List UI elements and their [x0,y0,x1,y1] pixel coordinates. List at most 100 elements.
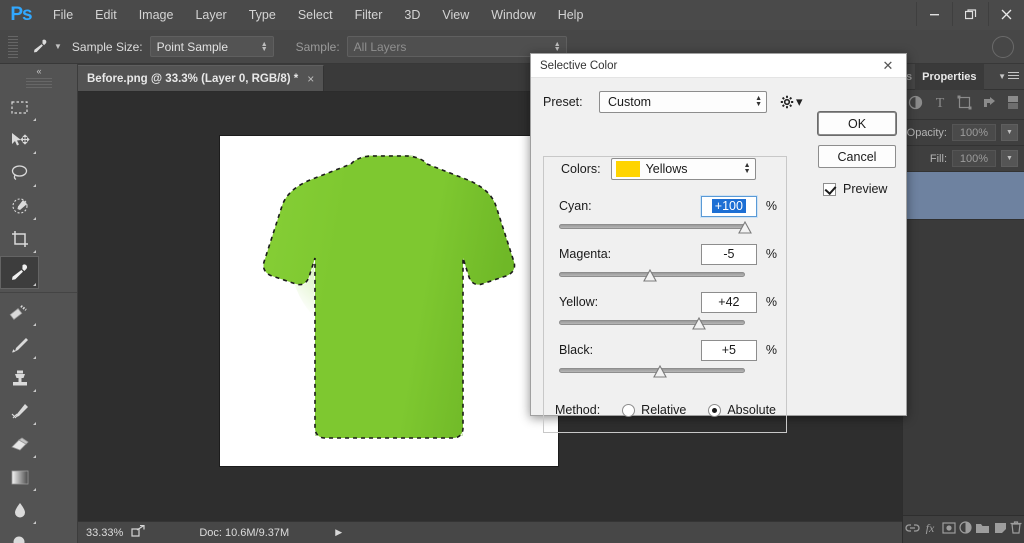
blur-tool[interactable] [0,494,39,527]
transform-icon[interactable] [957,95,972,115]
menu-view[interactable]: View [431,0,480,30]
method-relative-radio[interactable] [622,403,636,417]
status-expand-icon[interactable]: ▶ [335,527,342,538]
yellow-slider-track[interactable] [559,320,745,325]
minimize-button[interactable] [916,2,952,26]
opacity-value[interactable]: 100% [952,124,996,141]
preview-label[interactable]: Preview [843,182,887,196]
delete-layer-icon[interactable] [1010,520,1022,539]
history-brush-tool[interactable] [0,395,39,428]
type-t-icon[interactable]: T [933,95,947,115]
spot-healing-brush-tool[interactable] [0,296,39,329]
menu-select[interactable]: Select [287,0,344,30]
brush-tool[interactable] [0,329,39,362]
crop-tool[interactable] [0,223,39,256]
percent-symbol: % [765,343,777,357]
preset-select[interactable]: Custom ▲ ▼ [599,91,767,113]
show-sampling-ring-icon[interactable] [992,36,1014,58]
share-arrow-icon[interactable] [131,524,147,540]
eyedropper-tool[interactable] [0,256,39,289]
eraser-tool[interactable] [0,428,39,461]
method-absolute-label[interactable]: Absolute [727,403,776,417]
new-layer-icon[interactable] [994,521,1007,539]
cyan-slider-thumb[interactable] [738,220,752,234]
gradient-tool[interactable] [0,461,39,494]
yellow-input[interactable]: +42 [700,291,757,313]
chevron-updown-icon: ▲ ▼ [755,95,762,108]
window-controls [916,2,1024,26]
tool-group-corner-icon [33,283,36,286]
opacity-chevron-down-icon[interactable]: ▼ [1001,124,1018,141]
layer-mask-icon[interactable] [941,521,956,539]
sample-size-select[interactable]: Point Sample ▲ ▼ [149,36,274,57]
fill-chevron-down-icon[interactable]: ▼ [1001,150,1018,167]
black-input[interactable]: +5 [700,339,757,361]
close-icon[interactable]: ✕ [870,54,906,78]
menu-help[interactable]: Help [547,0,595,30]
preview-row: Preview [823,182,887,196]
menu-edit[interactable]: Edit [84,0,128,30]
sample-label: Sample: [295,39,340,54]
black-slider-track[interactable] [559,368,745,373]
fill-value[interactable]: 100% [952,150,996,167]
options-bar-grip[interactable] [8,35,18,58]
toolbar-grip[interactable] [25,78,52,88]
close-icon[interactable]: × [307,72,314,86]
svg-text:T: T [936,96,945,110]
ok-button[interactable]: OK [818,112,896,135]
dialog-title-bar[interactable]: Selective Color ✕ [531,54,906,78]
cyan-slider-track[interactable] [559,224,745,229]
tool-group-corner-icon [33,217,36,220]
tool-group-corner-icon [33,250,36,253]
zoom-level[interactable]: 33.33% [78,527,131,539]
cancel-button[interactable]: Cancel [818,145,896,168]
dodge-tool[interactable] [0,527,39,543]
menu-type[interactable]: Type [238,0,287,30]
preview-checkbox[interactable] [823,182,836,196]
new-group-icon[interactable] [975,521,990,539]
preset-options-gear-icon[interactable]: ▾ [780,94,803,110]
menu-3d[interactable]: 3D [393,0,431,30]
menu-image[interactable]: Image [128,0,185,30]
tool-group-corner-icon [33,389,36,392]
magenta-slider-thumb[interactable] [643,268,657,282]
magenta-input[interactable]: -5 [700,243,757,265]
menu-layer[interactable]: Layer [184,0,237,30]
clone-stamp-tool[interactable] [0,362,39,395]
yellow-value: +42 [718,295,740,309]
collapse-toolbar-icon[interactable]: « [0,64,77,78]
colors-select[interactable]: Yellows ▲ ▼ [610,158,756,180]
method-absolute-radio[interactable] [708,403,722,417]
adjustment-circle-icon[interactable] [908,95,923,115]
panel-menu-icon[interactable]: ▼ [998,72,1019,81]
method-relative-label[interactable]: Relative [641,403,686,417]
restore-button[interactable] [952,2,988,26]
magenta-slider-block: Magenta: -5 % [559,243,777,284]
rectangular-marquee-tool[interactable] [0,91,39,124]
menu-filter[interactable]: Filter [344,0,394,30]
cyan-slider-block: Cyan: +100 % [559,195,777,236]
link-layers-icon[interactable] [905,521,920,539]
photoshop-window: Ps File Edit Image Layer Type Select Fil… [0,0,1024,543]
tools-panel: « [0,64,78,543]
cyan-input[interactable]: +100 [700,195,757,217]
artboard[interactable] [220,136,558,466]
lasso-tool[interactable] [0,157,39,190]
dialog-body: Preset: Custom ▲ ▼ ▾ Colors: Yellows ▲ ▼… [531,78,906,433]
adjustment-layer-icon[interactable] [959,520,972,539]
menu-file[interactable]: File [42,0,84,30]
black-slider-thumb[interactable] [653,364,667,378]
channel-icon[interactable] [1007,95,1019,115]
panel-tab-properties[interactable]: Properties [915,63,984,90]
layer-styles-fx-icon[interactable]: fx [923,521,938,539]
pattern-icon[interactable] [982,95,997,115]
quick-selection-tool[interactable] [0,190,39,223]
tool-preset-chevron-down-icon[interactable]: ▼ [54,42,62,51]
close-button[interactable] [988,2,1024,26]
move-tool[interactable] [0,124,39,157]
document-tab[interactable]: Before.png @ 33.3% (Layer 0, RGB/8) * × [78,65,325,91]
yellow-slider-block: Yellow: +42 % [559,291,777,332]
menu-window[interactable]: Window [480,0,546,30]
yellow-slider-thumb[interactable] [692,316,706,330]
layer-row-selected[interactable] [903,172,1024,220]
